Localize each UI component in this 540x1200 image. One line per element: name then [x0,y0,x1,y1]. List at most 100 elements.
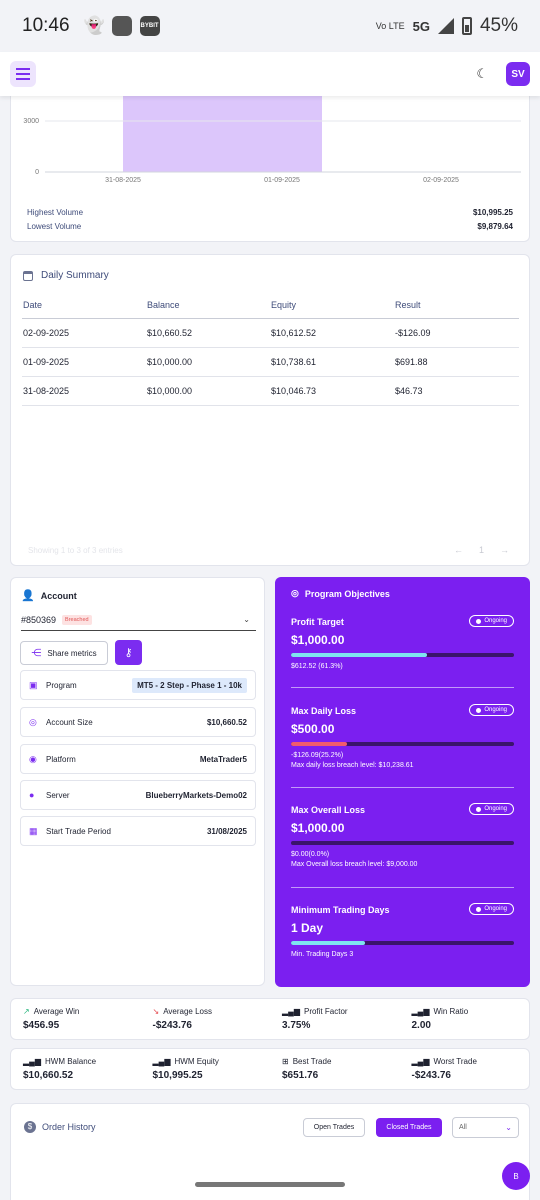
bar-chart-icon: ▂▄▆ [411,1057,430,1066]
daily-summary-header: Daily Summary [23,270,109,281]
server-label: Server [46,790,70,800]
avatar[interactable]: SV [506,62,530,86]
volume-stats: Highest Volume $10,995.25 Lowest Volume … [27,208,513,236]
share-metrics-button[interactable]: ⋲ Share metrics [20,641,108,665]
volume-chart: 3000 0 31-08-2025 01-09-2025 02-09-2025 [23,96,521,184]
app-header: ☾ SV [0,52,540,96]
daily-summary-table: Date Balance Equity Result 02-09-2025 $1… [22,293,519,406]
objective-breach-level: Max daily loss breach level: $10,238.61 [291,762,414,769]
progress-fill [291,941,365,945]
stat-value: $10,995.25 [152,1070,203,1081]
order-history-header: $ Order History [24,1121,96,1133]
objective-amount: $500.00 [291,722,335,736]
order-history-title: Order History [42,1122,96,1132]
table-cell: $691.88 [394,347,519,377]
menu-button[interactable] [10,61,36,87]
stat-label: Average Win [33,1007,80,1016]
coins-icon: ◎ [29,716,37,727]
stat-label: Best Trade [292,1057,332,1066]
share-metrics-label: Share metrics [47,648,97,658]
objective-amount: $1,000.00 [291,821,345,835]
stat-label: Profit Factor [303,1007,348,1016]
program-objectives-card: ◎ Program Objectives Profit Target Ongoi… [275,577,530,987]
signal-icon [437,18,454,34]
open-trades-button[interactable]: Open Trades [303,1118,365,1137]
table-cell: 02-09-2025 [22,318,146,348]
table-row: 01-09-2025 $10,000.00 $10,738.61 $691.88 [22,347,519,377]
dollar-icon: $ [24,1121,36,1133]
x-tick-label: 02-09-2025 [423,177,459,184]
prev-page-icon[interactable]: ← [454,545,463,555]
calendar-icon: ▦ [29,825,38,836]
trade-filter-select[interactable]: All ⌄ [452,1117,519,1138]
platform-row: ◉ Platform MetaTrader5 [20,744,256,774]
closed-trades-button[interactable]: Closed Trades [376,1118,442,1137]
best-trade-stat: ⊞ Best Trade $651.76 [270,1049,400,1089]
ongoing-badge: Ongoing [469,903,514,915]
table-cell: $10,000.00 [146,376,270,406]
ongoing-badge: Ongoing [469,704,514,716]
column-header[interactable]: Result [394,293,519,319]
calendar-icon [23,270,33,281]
highest-volume-value: $10,995.25 [472,208,513,217]
divider [291,887,514,888]
objective-amount: $1,000.00 [291,633,345,647]
status-badge: Breached [62,614,92,625]
highest-volume-row: Highest Volume $10,995.25 [27,208,513,217]
next-page-icon[interactable]: → [500,545,509,555]
stat-label: Worst Trade [433,1057,477,1066]
daily-summary-card: Daily Summary Date Balance Equity Result… [10,254,530,566]
pagination: ← 1 → [454,545,509,555]
objective-max-daily-loss: Max Daily Loss Ongoing $500.00 -$126.09(… [291,704,514,771]
win-ratio-stat: ▂▄▆ Win Ratio 2.00 [400,999,530,1039]
x-tick-label: 31-08-2025 [105,177,141,184]
server-row: ● Server BlueberryMarkets-Demo02 [20,780,256,810]
table-row: 31-08-2025 $10,000.00 $10,046.73 $46.73 [22,376,519,406]
column-header[interactable]: Balance [146,293,270,319]
column-header[interactable]: Equity [270,293,394,319]
program-row: ▣ Program MT5 - 2 Step - Phase 1 - 10k [20,670,256,700]
objective-detail-value: -$126.09(25.2%) [291,752,344,759]
divider [291,687,514,688]
start-trade-period-row: ▦ Start Trade Period 31/08/2025 [20,816,256,846]
ongoing-badge: Ongoing [469,803,514,815]
current-page[interactable]: 1 [479,545,484,555]
account-select[interactable]: #850369 Breached ⌄ [21,609,256,631]
home-indicator[interactable] [195,1182,345,1187]
divider [291,787,514,788]
table-row: 02-09-2025 $10,660.52 $10,612.52 -$126.0… [22,318,519,348]
platform-value: MetaTrader5 [199,754,247,764]
menu-icon-line [16,78,30,80]
account-title: Account [40,590,77,601]
stat-value: -$243.76 [152,1020,192,1031]
ongoing-label: Ongoing [484,707,507,713]
credentials-button[interactable]: ⚷ [115,640,142,665]
table-cell: $10,612.52 [270,318,394,348]
ongoing-label: Ongoing [484,806,507,812]
entries-info: Showing 1 to 3 of 3 entries [28,545,123,555]
table-cell: 01-09-2025 [22,347,146,377]
table-cell: 31-08-2025 [22,376,146,406]
chat-fab-button[interactable]: B [502,1162,530,1190]
ongoing-label: Ongoing [484,618,507,624]
clock-icon: ● [29,790,35,800]
x-tick-label: 01-09-2025 [264,177,300,184]
lowest-volume-value: $9,879.64 [477,222,513,231]
progress-bar [291,742,514,746]
program-value: MT5 - 2 Step - Phase 1 - 10k [132,677,247,693]
dark-mode-toggle-icon[interactable]: ☾ [476,66,488,82]
battery-icon [461,17,472,35]
stat-value: 3.75% [282,1020,311,1031]
column-header[interactable]: Date [22,293,146,319]
account-card: 👤 Account #850369 Breached ⌄ ⋲ Share met… [10,577,265,986]
stat-label: Win Ratio [433,1007,469,1016]
network-type: 5G [412,18,430,34]
objective-detail: $0.00(0.0%) Max Overall loss breach leve… [291,850,514,870]
account-size-row: ◎ Account Size $10,660.52 [20,707,256,737]
account-number: #850369 [21,614,57,625]
bybit-icon: BYBIT [139,16,160,36]
ongoing-label: Ongoing [484,906,507,912]
lowest-volume-label: Lowest Volume [27,222,82,231]
objective-breach-level: Max Overall loss breach level: $9,000.00 [291,861,418,868]
table-cell: $10,660.52 [146,318,270,348]
